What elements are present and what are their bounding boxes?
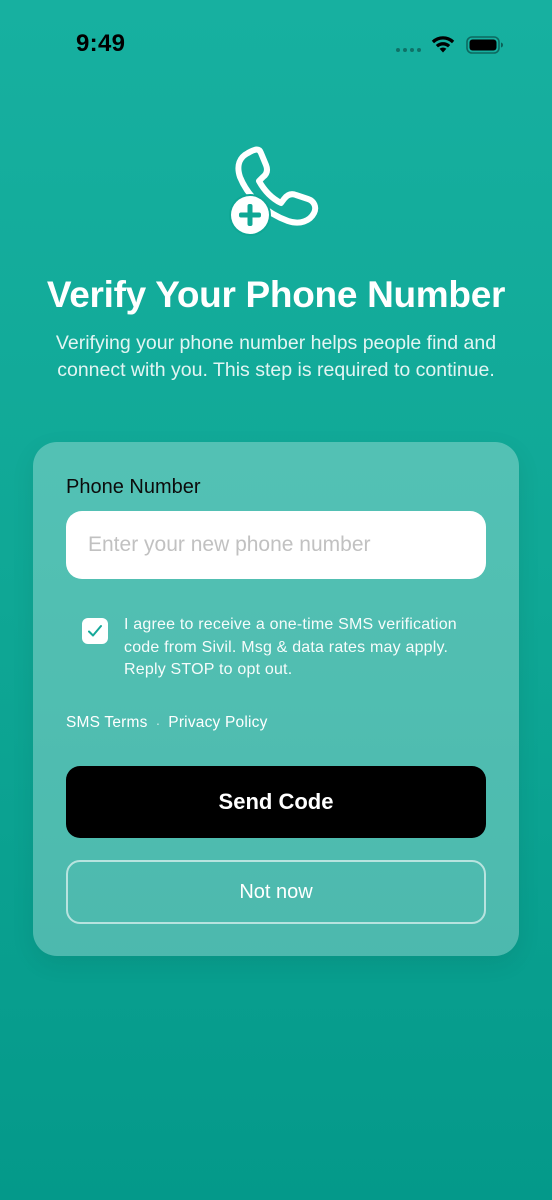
- checkmark-icon: [88, 625, 102, 637]
- signal-dots-icon: [396, 48, 421, 52]
- legal-separator: ·: [155, 715, 161, 731]
- privacy-policy-link[interactable]: Privacy Policy: [168, 714, 267, 732]
- battery-icon: [466, 36, 503, 54]
- legal-links: SMS Terms · Privacy Policy: [66, 714, 268, 732]
- wifi-icon: [431, 36, 455, 53]
- send-code-button[interactable]: Send Code: [66, 766, 486, 838]
- page-title: Verify Your Phone Number: [46, 274, 506, 315]
- sms-terms-link[interactable]: SMS Terms: [66, 714, 148, 732]
- not-now-button[interactable]: Not now: [66, 860, 486, 924]
- status-time: 9:49: [76, 30, 126, 57]
- status-bar: 9:49: [0, 0, 552, 90]
- phone-number-input[interactable]: [66, 511, 486, 579]
- verification-card: Phone Number I agree to receive a one-ti…: [33, 442, 519, 956]
- sms-consent-checkbox[interactable]: [82, 618, 108, 644]
- page-subtitle: Verifying your phone number helps people…: [55, 332, 497, 381]
- phone-add-icon: [229, 146, 319, 236]
- sms-consent-text: I agree to receive a one-time SMS verifi…: [124, 616, 457, 678]
- phone-number-label: Phone Number: [66, 476, 201, 498]
